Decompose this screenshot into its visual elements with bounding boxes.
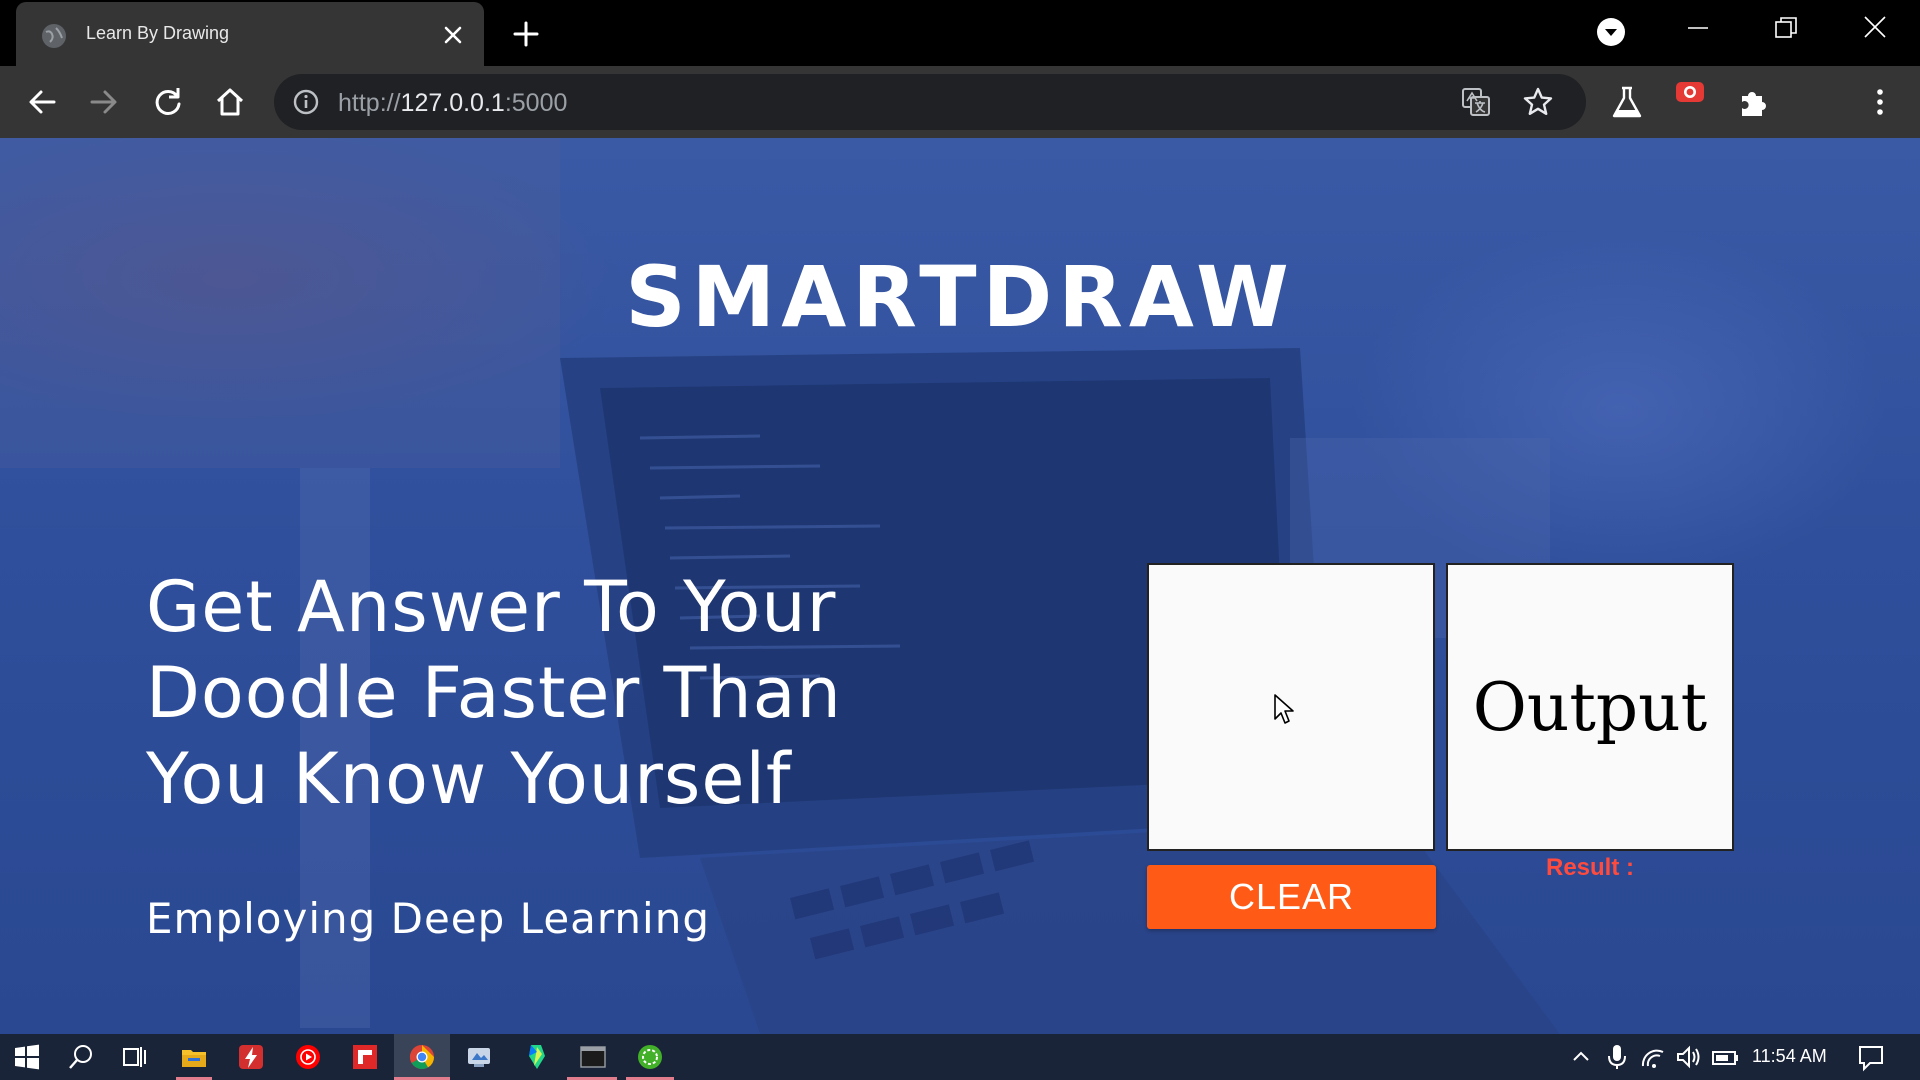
globe-icon xyxy=(42,24,66,48)
clear-button[interactable]: CLEAR xyxy=(1147,865,1436,929)
reload-icon[interactable] xyxy=(150,84,186,120)
windows-taskbar: 11:54 AM xyxy=(0,1034,1920,1080)
browser-toolbar: http://127.0.0.1:5000 0000 xyxy=(0,66,1920,192)
paint-app-icon[interactable] xyxy=(464,1042,494,1072)
page-content: SMARTDRAW Get Answer To Your Doodle Fast… xyxy=(0,138,1920,1034)
browser-tab[interactable]: Learn By Drawing xyxy=(16,2,484,66)
close-tab-icon[interactable] xyxy=(440,22,466,48)
minimize-icon[interactable] xyxy=(1686,16,1710,40)
new-tab-icon[interactable] xyxy=(510,18,542,50)
home-icon[interactable] xyxy=(212,84,248,120)
system-tray-chevron-icon[interactable] xyxy=(1566,1042,1596,1072)
windows-start-icon[interactable] xyxy=(12,1042,42,1072)
volume-icon[interactable] xyxy=(1674,1042,1704,1072)
mouse-pointer-icon xyxy=(1274,694,1294,724)
url-port: :5000 xyxy=(504,89,568,117)
chrome-icon[interactable] xyxy=(407,1042,437,1072)
chrome-menu-icon[interactable] xyxy=(1862,84,1898,120)
translate-icon[interactable] xyxy=(1460,86,1492,118)
pycharm-app-icon[interactable] xyxy=(522,1042,552,1072)
extension-recorder-icon[interactable] xyxy=(1672,76,1708,112)
labs-flask-icon[interactable] xyxy=(1609,84,1645,120)
terminal-app-icon[interactable] xyxy=(578,1042,608,1072)
file-explorer-icon[interactable] xyxy=(179,1042,209,1072)
headline: Get Answer To Your Doodle Faster Than Yo… xyxy=(146,564,946,822)
back-arrow-icon[interactable] xyxy=(24,84,60,120)
youtube-music-icon[interactable] xyxy=(293,1042,323,1072)
url-host: 127.0.0.1 xyxy=(400,89,505,117)
bookmark-star-icon[interactable] xyxy=(1522,86,1554,118)
task-view-icon[interactable] xyxy=(120,1042,150,1072)
headline-line-3: You Know Yourself xyxy=(146,738,792,820)
tab-bar: Learn By Drawing xyxy=(0,0,1920,66)
notifications-icon[interactable] xyxy=(1856,1042,1886,1072)
address-bar[interactable]: http://127.0.0.1:5000 xyxy=(274,74,1586,130)
microphone-icon[interactable] xyxy=(1602,1042,1632,1072)
site-info-icon[interactable] xyxy=(292,88,320,116)
extensions-puzzle-icon[interactable] xyxy=(1736,84,1772,120)
battery-icon[interactable] xyxy=(1710,1042,1740,1072)
clock-time[interactable]: 11:54 AM xyxy=(1752,1046,1827,1067)
restore-icon[interactable] xyxy=(1774,16,1798,40)
tab-search-icon[interactable] xyxy=(1596,17,1626,47)
tab-title: Learn By Drawing xyxy=(86,23,230,43)
headline-line-2: Doodle Faster Than xyxy=(146,652,842,734)
result-label: Result : xyxy=(1545,854,1634,881)
url-text[interactable]: http://127.0.0.1:5000 xyxy=(338,89,567,118)
subheadline: Employing Deep Learning xyxy=(146,894,710,943)
flash-app-icon[interactable] xyxy=(236,1042,266,1072)
brand-title: SMARTDRAW xyxy=(625,248,1295,346)
drawing-canvas[interactable] xyxy=(1147,563,1435,851)
url-scheme: http:// xyxy=(338,89,401,117)
output-box: Output xyxy=(1446,563,1734,851)
anaconda-app-icon[interactable] xyxy=(635,1042,665,1072)
flipboard-icon[interactable] xyxy=(350,1042,380,1072)
headline-line-1: Get Answer To Your xyxy=(146,566,837,648)
network-icon[interactable] xyxy=(1638,1042,1668,1072)
window-close-icon[interactable] xyxy=(1862,14,1888,40)
output-text: Output xyxy=(1472,668,1708,746)
search-icon[interactable] xyxy=(66,1042,96,1072)
forward-arrow-icon[interactable] xyxy=(86,84,122,120)
